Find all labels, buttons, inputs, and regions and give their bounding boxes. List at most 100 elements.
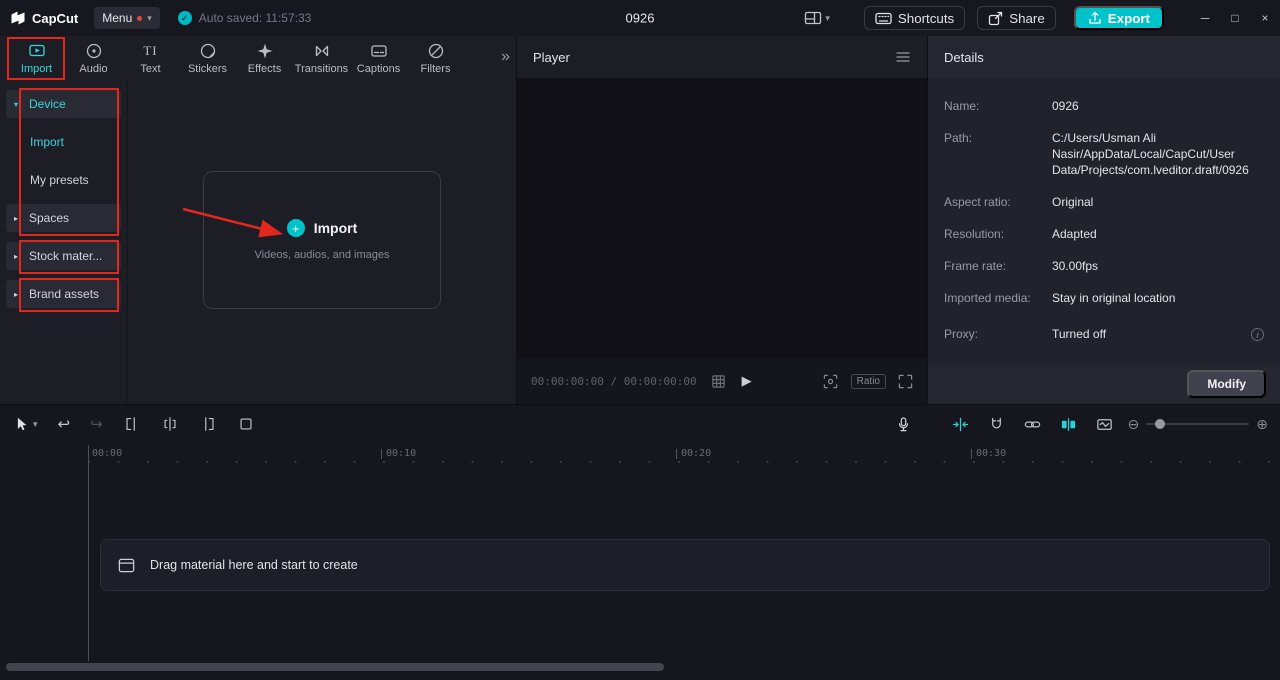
shortcuts-button[interactable]: Shortcuts bbox=[863, 6, 966, 30]
detail-value: Turned off bbox=[1052, 327, 1107, 341]
autosave-check-icon: ✓ bbox=[177, 11, 192, 25]
sidebar-item-my-presets[interactable]: My presets bbox=[6, 166, 121, 194]
sidebar-item-label: My presets bbox=[30, 173, 89, 187]
auto-snap-button[interactable] bbox=[951, 415, 970, 434]
capcut-logo-text: CapCut bbox=[32, 10, 79, 26]
zoom-in-icon[interactable]: ⊕ bbox=[1256, 416, 1268, 433]
sidebar-item-import[interactable]: Import bbox=[6, 128, 121, 156]
chevron-down-icon: ▾ bbox=[33, 418, 38, 429]
tab-import[interactable]: Import bbox=[8, 41, 65, 75]
fullscreen-icon[interactable] bbox=[898, 374, 913, 389]
tab-captions[interactable]: Captions bbox=[350, 41, 407, 75]
timeline-toolbar: ▾ ↩ ↪ ⊖ ⊕ bbox=[0, 405, 1280, 443]
minimize-button[interactable]: ─ bbox=[1190, 0, 1220, 36]
zoom-slider[interactable] bbox=[1146, 419, 1250, 429]
menu-notification-dot bbox=[137, 15, 143, 21]
detail-row-imported-media: Imported media: Stay in original locatio… bbox=[944, 290, 1264, 306]
play-button[interactable]: ▶ bbox=[742, 373, 752, 389]
select-tool-button[interactable]: ▾ bbox=[12, 415, 38, 433]
ruler-mark: 00:30 bbox=[971, 448, 1006, 459]
tab-label: Effects bbox=[247, 63, 282, 75]
titlebar-right: ▾ Shortcuts Share Export ─ □ × bbox=[804, 0, 1280, 36]
sidebar-item-spaces[interactable]: ▸ Spaces bbox=[6, 204, 121, 232]
info-icon[interactable]: i bbox=[1251, 328, 1264, 341]
menu-button-label: Menu bbox=[102, 11, 133, 25]
import-tab-icon bbox=[27, 41, 47, 61]
player-menu-icon[interactable] bbox=[895, 50, 911, 64]
detail-value: C:/Users/Usman Ali Nasir/AppData/Local/C… bbox=[1052, 131, 1249, 177]
modify-button[interactable]: Modify bbox=[1187, 370, 1266, 398]
redo-button[interactable]: ↪ bbox=[90, 415, 103, 433]
record-voiceover-button[interactable] bbox=[894, 415, 913, 434]
playhead[interactable] bbox=[88, 445, 89, 661]
split-button[interactable] bbox=[161, 415, 179, 433]
plus-icon: + bbox=[286, 219, 305, 237]
import-box-title: Import bbox=[313, 220, 358, 236]
magnet-button[interactable] bbox=[987, 415, 1006, 434]
tab-label: Transitions bbox=[294, 63, 349, 75]
detail-value: Adapted bbox=[1052, 227, 1097, 241]
preview-axis-button[interactable] bbox=[1095, 415, 1114, 434]
caret-right-icon: ▸ bbox=[14, 289, 19, 299]
tab-label: Text bbox=[140, 63, 161, 75]
share-button[interactable]: Share bbox=[977, 6, 1056, 30]
player-viewport[interactable] bbox=[517, 78, 927, 358]
detail-label: Proxy: bbox=[944, 327, 979, 341]
tab-filters[interactable]: Filters bbox=[407, 41, 464, 75]
tab-stickers[interactable]: Stickers bbox=[179, 41, 236, 75]
sidebar-item-brand-assets[interactable]: ▸ Brand assets bbox=[6, 280, 121, 308]
delete-left-button[interactable] bbox=[123, 415, 141, 433]
caret-right-icon: ▸ bbox=[14, 213, 19, 223]
autosave-text: Auto saved: 11:57:33 bbox=[198, 11, 312, 25]
ruler-tick bbox=[971, 448, 972, 459]
timeline-ruler[interactable]: 00:00 00:10 00:20 00:30 bbox=[0, 445, 1280, 465]
effects-tab-icon bbox=[255, 41, 275, 61]
maximize-button[interactable]: □ bbox=[1220, 0, 1250, 36]
detail-row-proxy: Proxy: Turned off i bbox=[944, 326, 1264, 342]
linkage-button[interactable] bbox=[1023, 415, 1042, 434]
detail-label: Aspect ratio: bbox=[944, 195, 1011, 209]
tab-effects[interactable]: Effects bbox=[236, 41, 293, 75]
mirror-clips-button[interactable] bbox=[1059, 415, 1078, 434]
detail-row-resolution: Resolution: Adapted bbox=[944, 226, 1264, 242]
text-tab-icon: TI bbox=[143, 43, 158, 58]
zoom-out-icon[interactable]: ⊖ bbox=[1128, 416, 1140, 433]
window-controls: ─ □ × bbox=[1190, 0, 1280, 36]
delete-right-button[interactable] bbox=[199, 415, 217, 433]
menu-button[interactable]: Menu ▾ bbox=[94, 7, 160, 29]
sidebar-item-device[interactable]: ▾ Device bbox=[6, 90, 121, 118]
export-button[interactable]: Export bbox=[1073, 6, 1164, 30]
layout-grid-icon bbox=[804, 10, 822, 26]
close-button[interactable]: × bbox=[1250, 0, 1280, 36]
zoom-slider-handle[interactable] bbox=[1155, 419, 1166, 429]
sidebar-item-stock-materials[interactable]: ▸ Stock mater... bbox=[6, 242, 121, 270]
import-box-subtitle: Videos, audios, and images bbox=[254, 249, 390, 261]
tab-transitions[interactable]: Transitions bbox=[293, 41, 350, 75]
timeline-scrollbar[interactable] bbox=[6, 663, 664, 671]
player-header: Player bbox=[517, 36, 927, 78]
detail-label: Frame rate: bbox=[944, 259, 1007, 273]
detail-row-aspect-ratio: Aspect ratio: Original bbox=[944, 194, 1264, 210]
frame-grid-icon[interactable] bbox=[711, 374, 726, 389]
ruler-tick bbox=[381, 448, 382, 459]
layout-switch-button[interactable]: ▾ bbox=[804, 10, 830, 26]
preview-quality-icon[interactable] bbox=[822, 373, 839, 390]
player-timecode: 00:00:00:00 / 00:00:00:00 bbox=[531, 374, 697, 388]
import-dropzone[interactable]: + Import Videos, audios, and images bbox=[203, 171, 441, 309]
player-controls-right: Ratio bbox=[822, 373, 913, 390]
ratio-button[interactable]: Ratio bbox=[850, 373, 886, 389]
player-title: Player bbox=[533, 49, 570, 65]
more-tabs-icon[interactable]: » bbox=[501, 48, 510, 66]
track-dropzone[interactable]: Drag material here and start to create bbox=[100, 539, 1270, 591]
media-panel: Import Audio TI Text Stickers Effects Tr… bbox=[0, 36, 516, 404]
tab-audio[interactable]: Audio bbox=[65, 41, 122, 75]
delete-button[interactable] bbox=[237, 415, 255, 433]
share-label: Share bbox=[1009, 10, 1045, 26]
undo-button[interactable]: ↩ bbox=[58, 415, 71, 433]
media-sidebar: ▾ Device Import My presets ▸ Spaces ▸ St… bbox=[0, 80, 128, 404]
sidebar-item-label: Spaces bbox=[29, 211, 70, 225]
details-header: Details bbox=[928, 36, 1280, 78]
ruler-mark: 00:00 bbox=[92, 448, 123, 459]
tab-text[interactable]: TI Text bbox=[122, 41, 179, 75]
timeline-panel: ▾ ↩ ↪ ⊖ ⊕ 00:00 00:10 00:20 00:30 Drag m… bbox=[0, 405, 1280, 680]
